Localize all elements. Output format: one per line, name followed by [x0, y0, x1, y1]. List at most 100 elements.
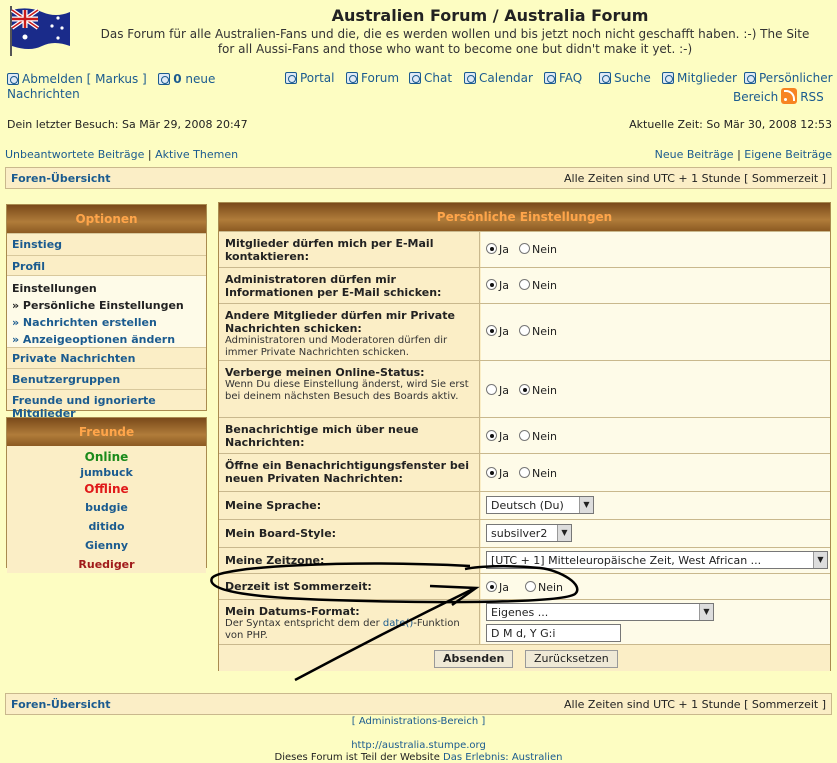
email-yes-radio[interactable]	[486, 243, 497, 254]
hide-online-no-radio[interactable]	[519, 384, 530, 395]
friends-panel: Freunde Online jumbuck Offline budgie di…	[6, 417, 207, 573]
email-no-radio[interactable]	[519, 243, 530, 254]
popup-pm-yes-radio[interactable]	[486, 467, 497, 478]
hide-online-yes-radio[interactable]	[486, 384, 497, 395]
chevron-down-icon: ▼	[699, 604, 713, 620]
personal-area-icon	[744, 72, 756, 84]
chevron-down-icon: ▼	[813, 552, 827, 568]
new-posts-link[interactable]: Neue Beiträge	[655, 148, 734, 161]
sidebar-item-friends-foes[interactable]: Freunde und ignorierte Mitglieder	[7, 389, 206, 420]
new-messages-link-2[interactable]: Nachrichten	[7, 87, 80, 101]
forum-index-link[interactable]: Foren-Übersicht	[11, 172, 111, 185]
nav-personal-area-2[interactable]: Bereich	[733, 90, 778, 104]
admin-panel-link[interactable]: [ Administrations-Bereich ]	[352, 716, 485, 727]
calendar-icon	[464, 72, 476, 84]
own-posts-link[interactable]: Eigene Beiträge	[744, 148, 832, 161]
site-url-link[interactable]: http://australia.stumpe.org	[351, 740, 486, 751]
sidebar-item-private-messages[interactable]: Private Nachrichten	[7, 347, 206, 368]
setting-row: Verberge meinen Online-Status: Wenn Du di…	[219, 360, 830, 417]
new-messages-link[interactable]: neue	[185, 72, 215, 86]
offline-label: Offline	[84, 482, 129, 496]
timezone-note-bottom: Alle Zeiten sind UTC + 1 Stunde [ Sommer…	[564, 698, 826, 711]
messages-icon	[158, 73, 171, 85]
forum-index-link-bottom[interactable]: Foren-Übersicht	[11, 698, 111, 711]
notify-pm-no-radio[interactable]	[519, 430, 530, 441]
nav-faq[interactable]: FAQ	[559, 71, 582, 85]
notify-pm-yes-radio[interactable]	[486, 430, 497, 441]
sidebar-item-personal-settings[interactable]: » Persönliche Einstellungen	[12, 297, 201, 314]
australia-flag-logo	[10, 6, 70, 56]
nav-chat[interactable]: Chat	[424, 71, 452, 85]
options-panel: Optionen Einstieg Profil Einstellungen »…	[6, 204, 207, 420]
setting-row: Mein Board-Style: subsilver2 ▼	[219, 519, 830, 547]
submit-button[interactable]: Absenden	[434, 650, 514, 668]
reset-button[interactable]: Zurücksetzen	[525, 650, 618, 668]
site-home-link[interactable]: Das Erlebnis: Australien	[443, 752, 562, 763]
new-messages-count[interactable]: 0	[173, 72, 181, 86]
footer-text: Dieses Forum ist Teil der Website	[274, 752, 440, 763]
friend-offline[interactable]: budgie	[7, 500, 206, 516]
dst-no-radio[interactable]	[525, 581, 536, 592]
nav-search[interactable]: Suche	[614, 71, 651, 85]
rss-icon[interactable]	[781, 88, 798, 104]
faq-icon	[544, 72, 556, 84]
quicklinks-right: Neue Beiträge | Eigene Beiträge	[654, 148, 832, 161]
nav-members[interactable]: Mitglieder	[677, 71, 737, 85]
unanswered-posts-link[interactable]: Unbeantwortete Beiträge	[5, 148, 144, 161]
friend-online[interactable]: jumbuck	[7, 465, 206, 481]
user-links: Abmelden [ Markus ] 0 neue	[7, 72, 227, 86]
site-description: Das Forum für alle Australien-Fans und d…	[100, 27, 810, 56]
friend-offline[interactable]: Gienny	[7, 538, 206, 554]
pm-no-radio[interactable]	[519, 325, 530, 336]
friends-title: Freunde	[7, 418, 206, 446]
setting-row: Administratoren dürfen mir Informationen…	[219, 267, 830, 303]
main-nav: Portal	[285, 71, 334, 85]
nav-calendar[interactable]: Calendar	[479, 71, 533, 85]
nav-portal[interactable]: Portal	[300, 71, 334, 85]
friend-offline[interactable]: Ruediger	[7, 557, 206, 573]
forum-icon	[346, 72, 358, 84]
members-icon	[662, 72, 674, 84]
date-format-select[interactable]: Eigenes ... ▼	[486, 603, 714, 621]
admin-email-no-radio[interactable]	[519, 279, 530, 290]
last-visit: Dein letzter Besuch: Sa Mär 29, 2008 20:…	[7, 118, 248, 131]
current-time: Aktuelle Zeit: So Mär 30, 2008 12:53	[629, 118, 832, 131]
dst-yes-radio[interactable]	[486, 581, 497, 592]
php-date-link[interactable]: date()	[383, 618, 413, 629]
nav-forum[interactable]: Forum	[361, 71, 399, 85]
timezone-select[interactable]: [UTC + 1] Mitteleuropäische Zeit, West A…	[486, 551, 828, 569]
setting-row: Benachrichtige mich über neue Nachrichte…	[219, 417, 830, 453]
sidebar-group-settings: Einstellungen » Persönliche Einstellunge…	[7, 275, 206, 347]
breadcrumb: Foren-Übersicht Alle Zeiten sind UTC + 1…	[5, 167, 832, 189]
chat-icon	[409, 72, 421, 84]
setting-row: Mein Datums-Format: Der Syntax entsprich…	[219, 599, 830, 644]
setting-row: Derzeit ist Sommerzeit: Ja Nein	[219, 573, 830, 599]
setting-row: Andere Mitglieder dürfen mir Private Nac…	[219, 303, 830, 360]
nav-personal-area[interactable]: Persönlicher	[759, 71, 833, 85]
setting-row: Öffne ein Benachrichtigungsfenster bei n…	[219, 453, 830, 491]
popup-pm-no-radio[interactable]	[519, 467, 530, 478]
sidebar-item-compose[interactable]: » Nachrichten erstellen	[12, 314, 201, 331]
setting-row: Meine Zeitzone: [UTC + 1] Mitteleuropäis…	[219, 547, 830, 573]
setting-row: Mitglieder dürfen mich per E-Mail kontak…	[219, 231, 830, 267]
nav-rss[interactable]: RSS	[800, 90, 824, 104]
setting-row: Meine Sprache: Deutsch (Du) ▼	[219, 491, 830, 519]
logout-link[interactable]: Abmelden [ Markus ]	[22, 72, 147, 86]
language-select[interactable]: Deutsch (Du) ▼	[486, 496, 594, 514]
friend-offline[interactable]: ditido	[7, 519, 206, 535]
logout-icon	[7, 73, 19, 85]
quicklinks-left: Unbeantwortete Beiträge | Aktive Themen	[5, 148, 239, 161]
chevron-down-icon: ▼	[579, 497, 593, 513]
sidebar-item-usergroups[interactable]: Benutzergruppen	[7, 368, 206, 389]
portal-icon	[285, 72, 297, 84]
date-format-input[interactable]: D M d, Y G:i	[486, 624, 621, 642]
board-style-select[interactable]: subsilver2 ▼	[486, 524, 572, 542]
form-title: Persönliche Einstellungen	[219, 203, 830, 231]
sidebar-item-profile[interactable]: Profil	[7, 255, 206, 275]
timezone-note: Alle Zeiten sind UTC + 1 Stunde [ Sommer…	[564, 172, 826, 185]
pm-yes-radio[interactable]	[486, 325, 497, 336]
sidebar-item-start[interactable]: Einstieg	[7, 233, 206, 255]
active-topics-link[interactable]: Aktive Themen	[155, 148, 238, 161]
sidebar-item-display-options[interactable]: » Anzeigeoptionen ändern	[12, 331, 201, 348]
admin-email-yes-radio[interactable]	[486, 279, 497, 290]
